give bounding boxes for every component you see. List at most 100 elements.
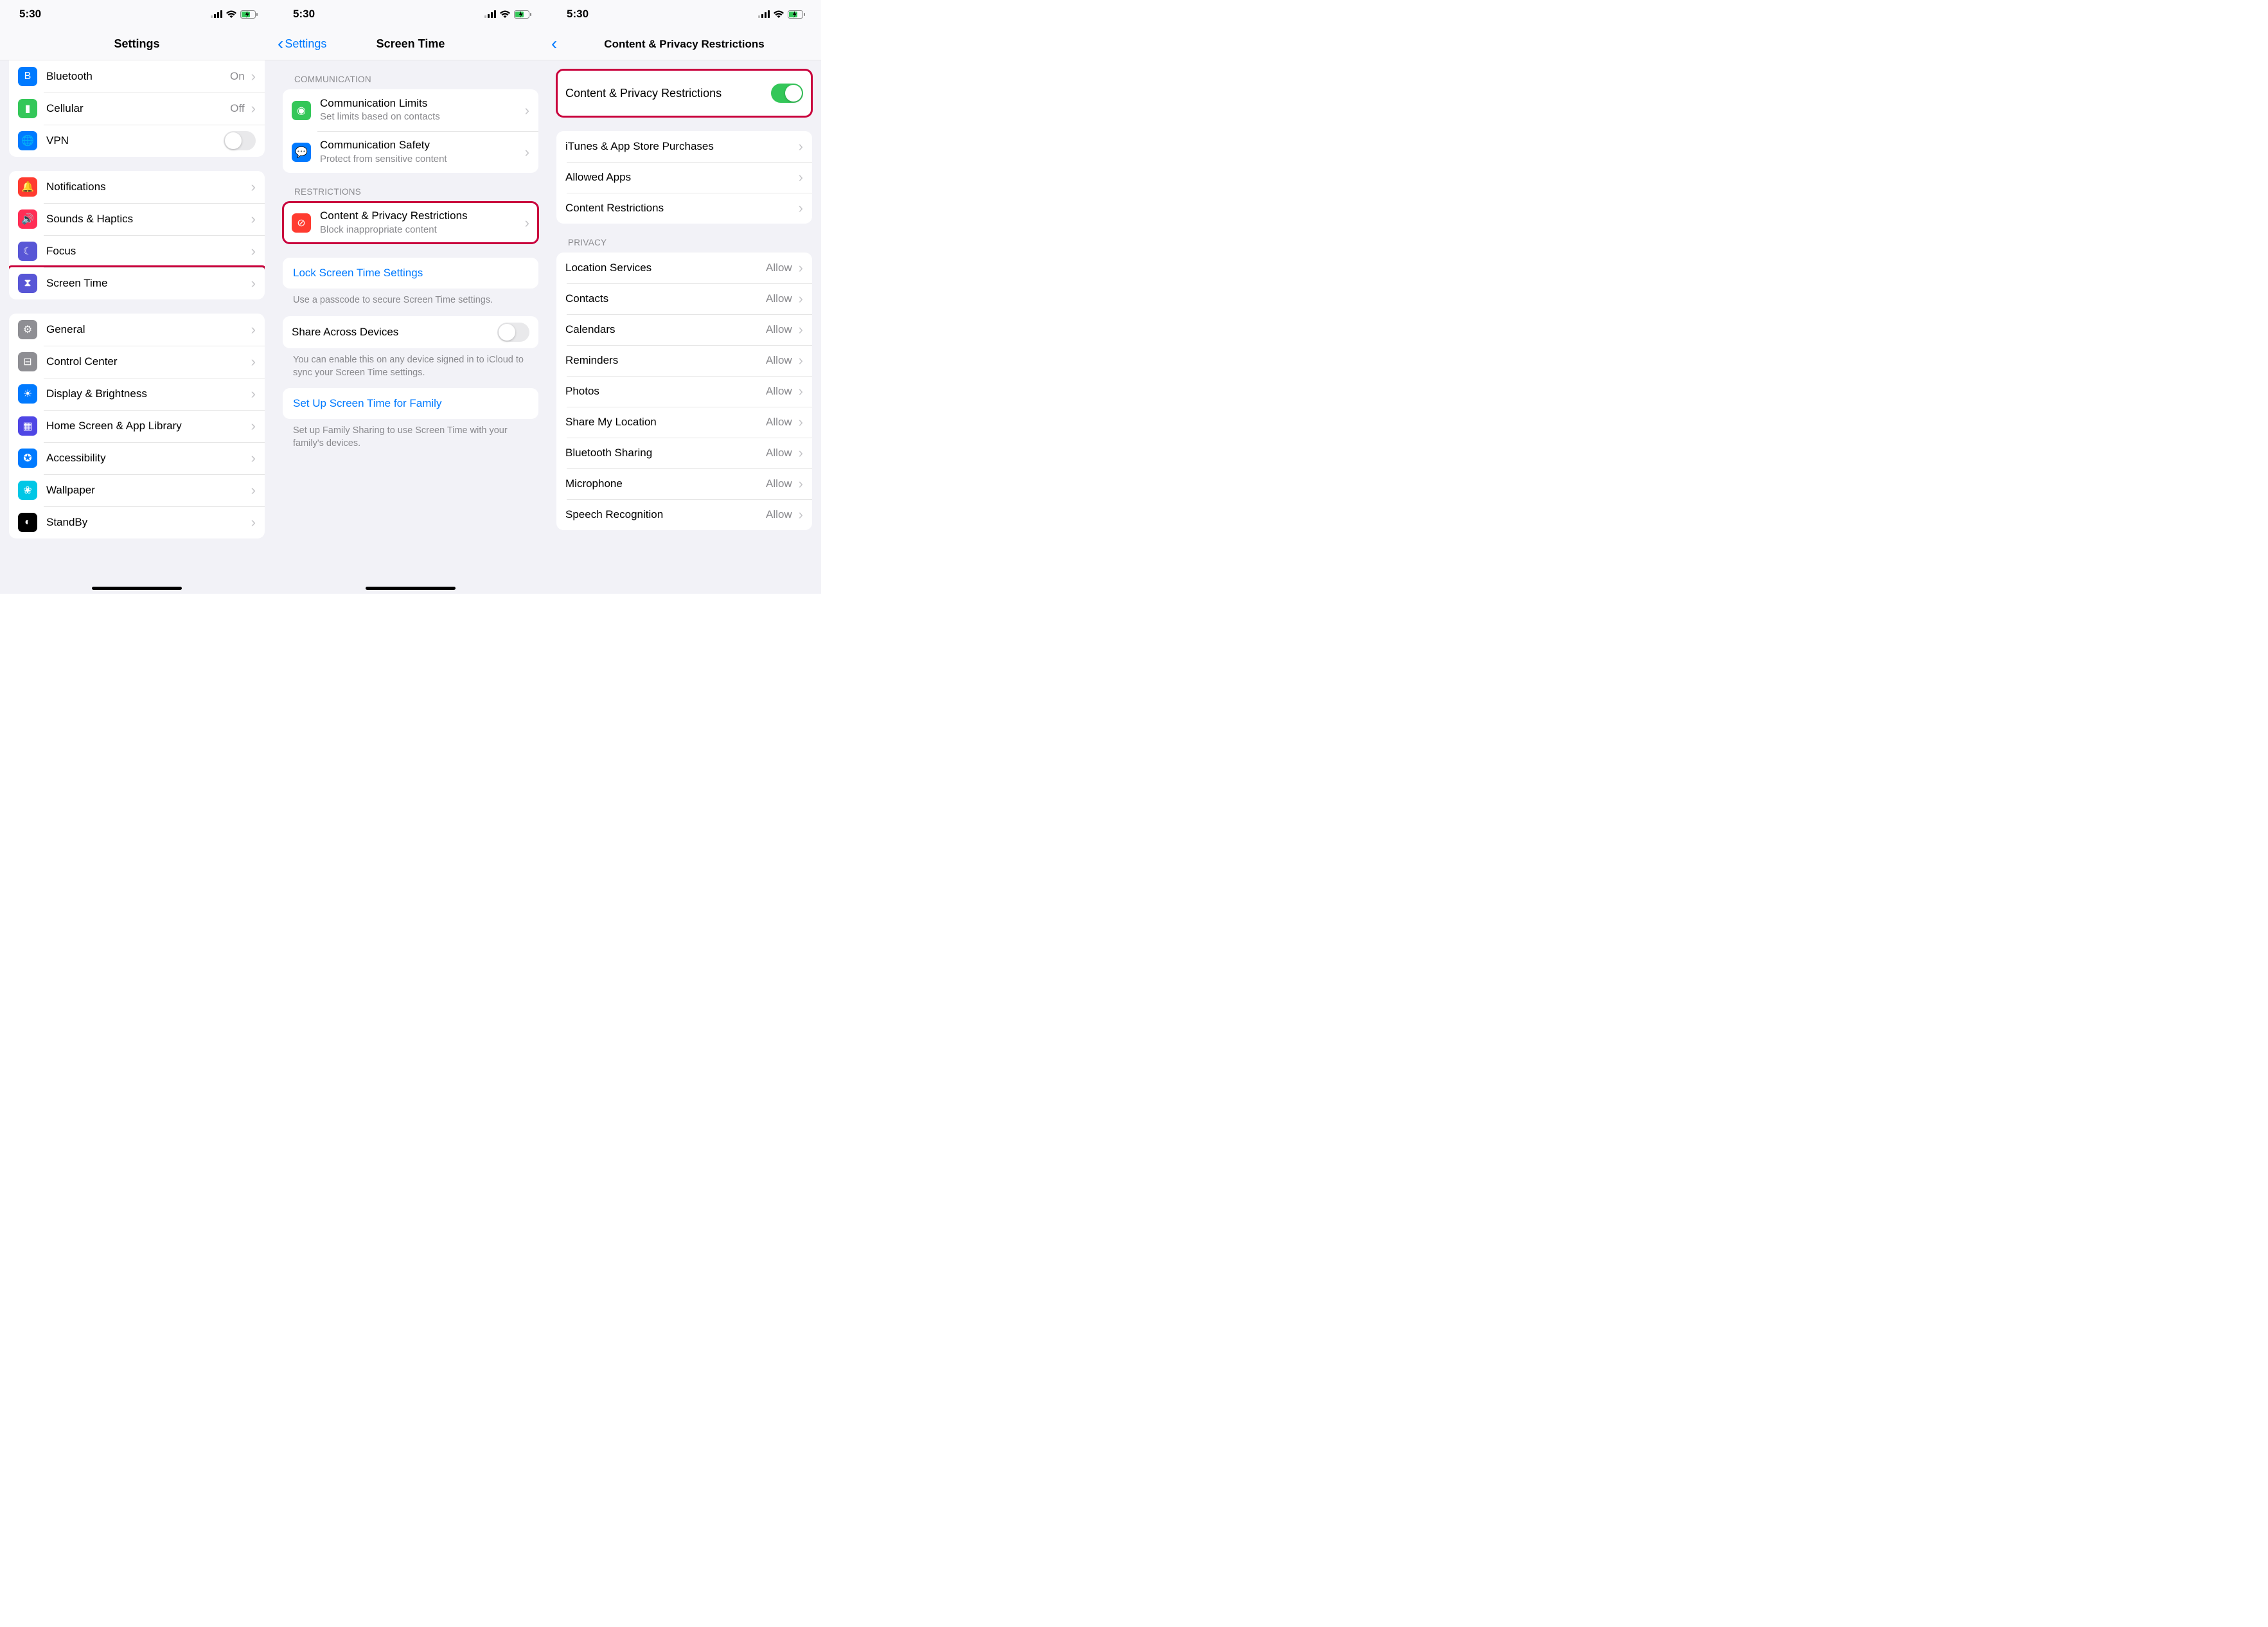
settings-row-cellular[interactable]: ▮ Cellular Off› [9,93,265,125]
focus-icon: ☾ [18,242,37,261]
battery-charging-icon [240,10,258,19]
row-comm-safety[interactable]: 💬 Communication Safety Protect from sens… [283,131,538,173]
row-label: Bluetooth Sharing [565,447,766,459]
chevron-right-icon: › [525,145,529,159]
status-time: 5:30 [19,8,41,21]
share-devices-group: Share Across Devices [283,316,538,348]
section-header-restrictions: RESTRICTIONS [274,173,547,202]
accessibility-icon: ✪ [18,449,37,468]
toggle[interactable] [224,131,256,150]
back-label: Settings [285,37,326,51]
row[interactable]: Microphone Allow › [556,468,812,499]
settings-row-screentime[interactable]: ⧗ Screen Time › [9,267,265,299]
row-value: Allow [766,416,792,429]
family-setup-link[interactable]: Set Up Screen Time for Family [283,388,538,419]
row[interactable]: Speech Recognition Allow › [556,499,812,530]
nav-bar: ‹ Content & Privacy Restrictions [547,28,821,60]
back-button[interactable]: ‹ Settings [278,36,326,53]
row-value: Off [230,102,244,115]
row-label: StandBy [46,516,249,529]
settings-row-controlcenter[interactable]: ⊟ Control Center › [9,346,265,378]
row[interactable]: Content Restrictions › [556,193,812,224]
status-bar: 5:30 [274,0,547,28]
settings-row-vpn[interactable]: 🌐 VPN [9,125,265,157]
section-header-communication: COMMUNICATION [274,60,547,89]
chevron-right-icon: › [525,216,529,230]
settings-row-focus[interactable]: ☾ Focus › [9,235,265,267]
chevron-right-icon: › [799,353,803,368]
row[interactable]: Share My Location Allow › [556,407,812,438]
lock-screentime-link[interactable]: Lock Screen Time Settings [283,258,538,289]
row-label: Share My Location [565,416,766,429]
row-value: On [230,70,245,83]
row-label: Photos [565,385,766,398]
master-toggle-group: Content & Privacy Restrictions [556,69,812,117]
row[interactable]: iTunes & App Store Purchases › [556,131,812,162]
screentime-content[interactable]: COMMUNICATION ◉ Communication Limits Set… [274,60,547,594]
settings-row-bluetooth[interactable]: B Bluetooth On› [9,60,265,93]
row-label: Home Screen & App Library [46,420,249,432]
row[interactable]: Photos Allow › [556,376,812,407]
row-label: Allowed Apps [565,171,796,184]
nav-bar: ‹ Settings Screen Time [274,28,547,60]
settings-content[interactable]: B Bluetooth On› ▮ Cellular Off› 🌐 VPN 🔔 … [0,60,274,594]
row[interactable]: Reminders Allow › [556,345,812,376]
wifi-icon [499,10,511,19]
row-comm-limits[interactable]: ◉ Communication Limits Set limits based … [283,89,538,131]
chevron-right-icon: › [799,201,803,215]
row-prohibit[interactable]: ⊘ Content & Privacy Restrictions Block i… [283,202,538,244]
bluetooth-icon: B [18,67,37,86]
settings-row-sounds[interactable]: 🔊 Sounds & Haptics › [9,203,265,235]
row-value: Allow [766,447,792,459]
row-label: Communication Safety [320,139,522,152]
chevron-right-icon: › [251,323,256,337]
settings-row-standby[interactable]: ◐ StandBy › [9,506,265,538]
row-label: Bluetooth [46,70,230,83]
content-privacy-toggle-row[interactable]: Content & Privacy Restrictions [556,72,812,114]
share-toggle[interactable] [497,323,529,342]
controlcenter-icon: ⊟ [18,352,37,371]
lock-note: Use a passcode to secure Screen Time set… [274,289,547,316]
row-label: Location Services [565,262,766,274]
chevron-right-icon: › [799,139,803,154]
restrictions-content[interactable]: Content & Privacy Restrictions iTunes & … [547,60,821,594]
share-across-devices-row[interactable]: Share Across Devices [283,316,538,348]
settings-row-notifications[interactable]: 🔔 Notifications › [9,171,265,203]
row[interactable]: Location Services Allow › [556,253,812,283]
status-bar: 5:30 [0,0,274,28]
row-label: Focus [46,245,249,258]
nav-bar: Settings [0,28,274,60]
row[interactable]: Bluetooth Sharing Allow › [556,438,812,468]
row-value: Allow [766,477,792,490]
settings-row-display[interactable]: ☀︎ Display & Brightness › [9,378,265,410]
row[interactable]: Contacts Allow › [556,283,812,314]
home-indicator[interactable] [366,587,456,590]
row[interactable]: Allowed Apps › [556,162,812,193]
status-indicators [211,10,258,19]
vpn-icon: 🌐 [18,131,37,150]
row-label: Calendars [565,323,766,336]
chevron-right-icon: › [251,451,256,465]
display-icon: ☀︎ [18,384,37,404]
row-label: Content Restrictions [565,202,796,215]
page-title: Screen Time [377,37,445,51]
page-title: Settings [114,37,159,51]
row-label: Cellular [46,102,230,115]
settings-row-accessibility[interactable]: ✪ Accessibility › [9,442,265,474]
lock-settings-group: Lock Screen Time Settings [283,258,538,289]
settings-row-wallpaper[interactable]: ❀ Wallpaper › [9,474,265,506]
status-time: 5:30 [293,8,315,21]
back-button[interactable]: ‹ [551,36,557,53]
chevron-right-icon: › [525,103,529,118]
row-value: Allow [766,262,792,274]
home-indicator[interactable] [92,587,182,590]
row-sublabel: Block inappropriate content [320,224,522,236]
content-privacy-toggle[interactable] [771,84,803,103]
row[interactable]: Calendars Allow › [556,314,812,345]
settings-row-general[interactable]: ⚙︎ General › [9,314,265,346]
settings-row-homescreen[interactable]: ▦ Home Screen & App Library › [9,410,265,442]
cellular-signal-icon [211,10,222,18]
row-label: Accessibility [46,452,249,465]
homescreen-icon: ▦ [18,416,37,436]
prohibit-icon: ⊘ [292,213,311,233]
